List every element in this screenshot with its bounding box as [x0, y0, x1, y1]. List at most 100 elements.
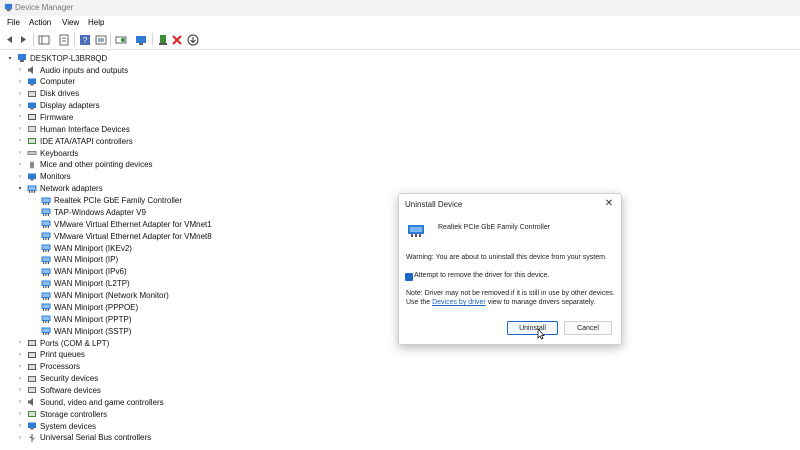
tree-root[interactable]: ▾ DESKTOP-L3BR8QD — [6, 52, 107, 64]
tree-category-firmware[interactable]: › Firmware — [16, 111, 73, 123]
chevron-right-icon[interactable]: › — [16, 396, 24, 408]
chevron-right-icon[interactable]: › — [16, 337, 24, 349]
chevron-right-icon[interactable]: › — [16, 361, 24, 373]
tree-category-label: Sound, video and game controllers — [40, 397, 164, 407]
remove-driver-checkbox[interactable] — [405, 273, 413, 281]
tree-category-mice-and-other-pointing-devices[interactable]: › Mice and other pointing devices — [16, 159, 153, 171]
tree-device-item[interactable]: WAN Miniport (PPPOE) — [30, 301, 138, 313]
tree-category-disk-drives[interactable]: › Disk drives — [16, 88, 79, 100]
network-adapter-icon — [41, 219, 51, 229]
tree-device-item[interactable]: WAN Miniport (IPv6) — [30, 266, 127, 278]
close-icon[interactable]: ✕ — [603, 198, 615, 210]
network-adapter-icon — [41, 196, 51, 206]
tree-category-security-devices[interactable]: › Security devices — [16, 373, 98, 385]
show-hide-tree-icon[interactable] — [37, 33, 50, 46]
tree-device-item[interactable]: VMware Virtual Ethernet Adapter for VMne… — [30, 230, 212, 242]
tree-device-item[interactable]: Realtek PCIe GbE Family Controller — [30, 195, 182, 207]
view-resources-icon[interactable] — [94, 33, 107, 46]
tree-device-label: WAN Miniport (IP) — [54, 255, 119, 265]
tree-category-storage-controllers[interactable]: › Storage controllers — [16, 408, 107, 420]
chevron-right-icon[interactable]: › — [16, 432, 24, 444]
chevron-right-icon[interactable]: › — [16, 408, 24, 420]
tree-category-universal-serial-bus-controllers[interactable]: › Universal Serial Bus controllers — [16, 432, 151, 444]
cancel-button[interactable]: Cancel — [564, 321, 612, 335]
tree-category-ports-com-lpt[interactable]: › Ports (COM & LPT) — [16, 337, 109, 349]
tree-category-label: Keyboards — [40, 148, 79, 158]
tree-category-network-adapters[interactable]: ▾ Network adapters — [16, 183, 102, 195]
toolbar-separator — [152, 33, 153, 46]
chevron-right-icon[interactable]: › — [16, 384, 24, 396]
uninstall-button[interactable]: Uninstall — [507, 321, 558, 335]
tree-category-label: Software devices — [40, 385, 101, 395]
chevron-right-icon[interactable]: › — [16, 147, 24, 159]
scan-hardware-icon[interactable] — [114, 33, 127, 46]
devices-by-driver-link[interactable]: Devices by driver — [432, 299, 486, 306]
tree-category-computer[interactable]: › Computer — [16, 76, 75, 88]
chevron-right-icon[interactable]: › — [16, 349, 24, 361]
chevron-right-icon[interactable]: › — [16, 88, 24, 100]
tree-category-processors[interactable]: › Processors — [16, 361, 80, 373]
chevron-right-icon[interactable]: › — [16, 373, 24, 385]
add-legacy-icon[interactable] — [156, 33, 169, 46]
remove-driver-checkbox-label[interactable]: Attempt to remove the driver for this de… — [414, 272, 549, 279]
tree-category-print-queues[interactable]: › Print queues — [16, 349, 85, 361]
help-icon[interactable]: ? — [78, 33, 91, 46]
tree-category-ide-ata-atapi-controllers[interactable]: › IDE ATA/ATAPI controllers — [16, 135, 133, 147]
dialog-note: Note: Driver may not be removed if it is… — [406, 289, 616, 307]
chevron-right-icon[interactable]: › — [16, 159, 24, 171]
chevron-right-icon[interactable]: › — [16, 76, 24, 88]
menu-action[interactable]: Action — [29, 18, 51, 27]
tree-device-item[interactable]: WAN Miniport (PPTP) — [30, 313, 132, 325]
dialog-device-name: Realtek PCIe GbE Family Controller — [438, 224, 551, 231]
menu-help[interactable]: Help — [88, 18, 104, 27]
download-icon[interactable] — [186, 33, 199, 46]
tree-device-item[interactable]: WAN Miniport (IP) — [30, 254, 118, 266]
network-adapter-icon — [41, 267, 51, 277]
tree-device-item[interactable]: WAN Miniport (Network Monitor) — [30, 290, 169, 302]
properties-icon[interactable] — [57, 33, 70, 46]
chevron-right-icon[interactable]: › — [16, 171, 24, 183]
chevron-right-icon[interactable]: › — [16, 420, 24, 432]
disk-drive-icon — [27, 89, 37, 99]
tree-category-label: Computer — [40, 77, 76, 87]
chevron-right-icon[interactable]: › — [16, 123, 24, 135]
tree-device-item[interactable]: VMware Virtual Ethernet Adapter for VMne… — [30, 218, 212, 230]
software-device-icon — [27, 385, 37, 395]
tree-category-label: Storage controllers — [40, 409, 108, 419]
tree-device-item[interactable]: WAN Miniport (IKEv2) — [30, 242, 132, 254]
chevron-right-icon[interactable]: › — [16, 135, 24, 147]
network-adapter-icon — [41, 207, 51, 217]
menu-file[interactable]: File — [7, 18, 20, 27]
tree-category-human-interface-devices[interactable]: › Human Interface Devices — [16, 123, 130, 135]
tree-device-item[interactable]: TAP-Windows Adapter V9 — [30, 206, 146, 218]
tree-category-audio-inputs-and-outputs[interactable]: › Audio inputs and outputs — [16, 64, 128, 76]
menu-view[interactable]: View — [62, 18, 79, 27]
chevron-right-icon[interactable]: › — [16, 111, 24, 123]
chevron-right-icon[interactable]: › — [16, 100, 24, 112]
forward-icon[interactable] — [17, 33, 30, 46]
network-adapter-icon — [27, 184, 37, 194]
tree-device-item[interactable]: WAN Miniport (SSTP) — [30, 325, 132, 337]
update-driver-icon[interactable] — [134, 33, 147, 46]
back-icon[interactable] — [3, 33, 16, 46]
tree-device-label: WAN Miniport (L2TP) — [54, 279, 130, 289]
tree-device-item[interactable]: WAN Miniport (L2TP) — [30, 278, 130, 290]
uninstall-device-icon[interactable] — [170, 33, 183, 46]
tree-category-display-adapters[interactable]: › Display adapters — [16, 100, 100, 112]
printer-icon — [27, 350, 37, 360]
tree-category-label: Ports (COM & LPT) — [40, 338, 110, 348]
chevron-right-icon[interactable]: › — [16, 64, 24, 76]
tree-category-label: Human Interface Devices — [40, 124, 130, 134]
tree-category-monitors[interactable]: › Monitors — [16, 171, 71, 183]
tree-category-software-devices[interactable]: › Software devices — [16, 384, 101, 396]
uninstall-device-dialog: Uninstall Device ✕ Realtek PCIe GbE Fami… — [398, 193, 622, 345]
tree-category-sound-video-and-game-controllers[interactable]: › Sound, video and game controllers — [16, 396, 164, 408]
chevron-down-icon[interactable]: ▾ — [16, 183, 24, 195]
chevron-down-icon[interactable]: ▾ — [6, 52, 14, 64]
tree-category-system-devices[interactable]: › System devices — [16, 420, 96, 432]
tree-device-label: WAN Miniport (PPTP) — [54, 314, 132, 324]
tree-category-keyboards[interactable]: › Keyboards — [16, 147, 78, 159]
